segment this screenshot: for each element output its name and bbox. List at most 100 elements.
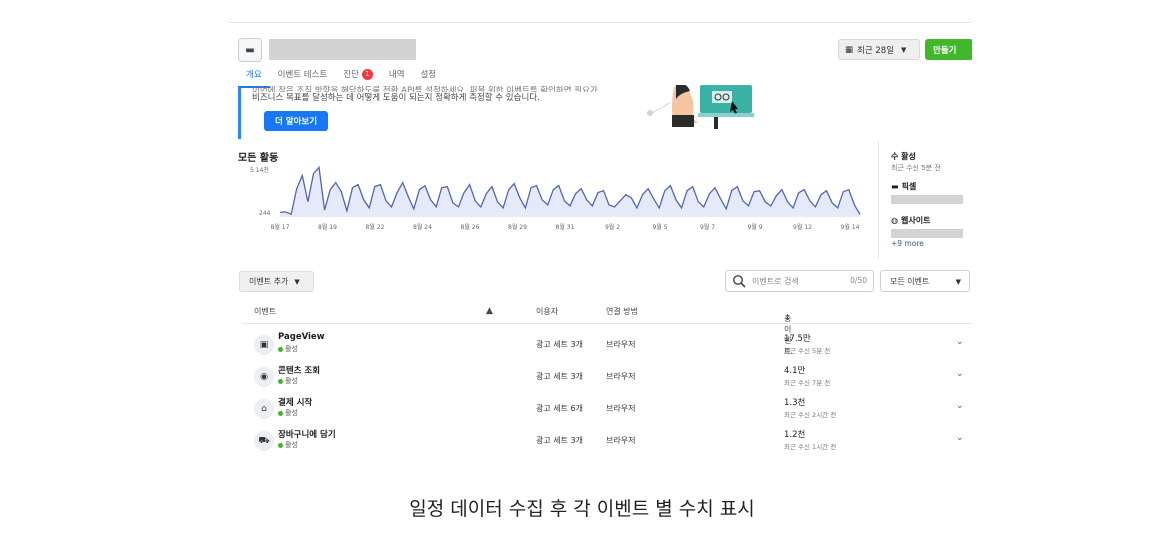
event-name[interactable]: PageView — [278, 332, 325, 342]
chevron-down-icon[interactable]: ⌄ — [956, 433, 964, 443]
event-connection: 브라우저 — [606, 404, 636, 413]
tab-label: 설정 — [420, 70, 437, 80]
cart-icon: ⛟ — [254, 431, 274, 451]
x-tick-label: 8월 17 — [270, 224, 290, 231]
table-row[interactable]: ◉ 콘텐츠 조회 활성 광고 세트 3개 브라우저 4.1만 최근 수신 7분 … — [242, 361, 972, 393]
status-dot — [278, 442, 283, 448]
event-connection: 브라우저 — [606, 436, 636, 445]
event-name[interactable]: 결제 시작 — [278, 396, 312, 408]
events-manager-panel: ▬ ▦ 최근 28일 ▼ 만들기 개요 이벤트 테스트 진단 1 내역 설정 이번… — [228, 22, 972, 461]
status-label: 활성 — [285, 441, 298, 449]
banner-line-2: 비즈니스 목표를 달성하는 데 어떻게 도움이 되는지 정확하게 측정할 수 있… — [252, 93, 540, 103]
chevron-down-icon: ▼ — [955, 278, 961, 286]
activity-area-chart — [280, 165, 861, 217]
x-tick-label: 8월 29 — [508, 224, 527, 231]
search-count: 0/50 — [850, 276, 867, 285]
create-button[interactable]: 만들기 — [925, 39, 972, 60]
event-total: 1.2천 — [784, 430, 806, 440]
calendar-icon: ▦ — [845, 44, 854, 55]
pixel-id-placeholder — [891, 195, 963, 204]
date-range-label: 최근 28일 — [857, 45, 895, 56]
chevron-down-icon: ▼ — [901, 45, 907, 54]
tab-test-events[interactable]: 이벤트 테스트 — [270, 69, 336, 86]
more-sources-link[interactable]: +9 more — [891, 239, 924, 248]
diagnostics-badge: 1 — [361, 69, 373, 80]
status-dot — [278, 410, 283, 416]
chart-area-fill — [280, 167, 860, 217]
header-connection[interactable]: 연결 방법 — [606, 306, 638, 317]
event-total: 1.3천 — [784, 398, 806, 408]
banner-text: 이번에 작은 조직 방향을 해당하도록 전환 API를 설정하세요. 퍼블 위한… — [252, 85, 632, 105]
website-label: 웹사이트 — [900, 216, 931, 225]
event-last-received: 최근 수신 5분 전 — [784, 347, 831, 355]
event-search-input[interactable]: 이벤트로 검색 0/50 — [725, 270, 874, 292]
event-users: 광고 세트 3개 — [536, 340, 583, 349]
sort-arrow-icon: ↓ — [784, 313, 791, 322]
y-tick-label-min: 244 — [259, 210, 271, 217]
event-status: 활성 — [278, 344, 298, 354]
pixel-label: 픽셀 — [901, 182, 917, 191]
table-row[interactable]: ⌂ 결제 시작 활성 광고 세트 6개 브라우저 1.3천 최근 수신 2시간 … — [242, 393, 972, 425]
basket-icon: ⌂ — [254, 399, 274, 419]
x-tick-label: 9월 12 — [793, 224, 812, 231]
person-illustration-icon — [647, 85, 754, 129]
event-last-received: 최근 수신 7분 전 — [784, 379, 831, 387]
table-row[interactable]: ⛟ 장바구니에 담기 활성 광고 세트 3개 브라우저 1.2천 최근 수신 1… — [242, 425, 972, 457]
event-total: 4.1만 — [784, 366, 806, 376]
add-event-button[interactable]: 이벤트 추가 ▼ — [239, 271, 314, 292]
x-tick-label: 9월 7 — [699, 224, 716, 231]
event-status: 활성 — [278, 408, 298, 418]
chevron-down-icon[interactable]: ⌄ — [956, 369, 964, 379]
chevron-down-icon[interactable]: ⌄ — [956, 401, 964, 411]
caption: 일정 데이터 수집 후 각 이벤트 별 수치 표시 — [409, 498, 755, 520]
y-tick-label-max: 5.14천 — [250, 167, 269, 174]
event-filter-select[interactable]: 모든 이벤트 ▼ — [880, 270, 970, 292]
chevron-down-icon: ▼ — [294, 277, 300, 286]
event-status: 활성 — [278, 440, 298, 450]
warning-icon: ▲ — [486, 306, 493, 316]
search-placeholder: 이벤트로 검색 — [752, 277, 799, 286]
tab-diagnostics[interactable]: 진단 1 — [335, 69, 381, 86]
header-users[interactable]: 이용자 — [536, 306, 558, 317]
header-event[interactable]: 이벤트 — [254, 306, 276, 317]
tab-label: 내역 — [388, 70, 405, 80]
table-row[interactable]: ▣ PageView 활성 광고 세트 3개 브라우저 17.5만 최근 수신 … — [242, 329, 972, 361]
monitor-icon: ▬ — [891, 182, 899, 191]
website-url-placeholder — [891, 229, 963, 238]
side-panel: 수 활성 최근 수신 5분 전 ▬ 픽셀 ◍ 웹사이트 +9 more — [878, 141, 972, 259]
event-name[interactable]: 콘텐츠 조회 — [278, 364, 320, 376]
banner-line-1: 이번에 작은 조직 방향을 해당하도록 전환 API를 설정하세요. 퍼블 위한… — [252, 86, 598, 92]
status-label: 활성 — [285, 409, 298, 417]
event-users: 광고 세트 6개 — [536, 404, 583, 413]
x-tick-label: 8월 22 — [365, 224, 385, 231]
top-bar: ▬ ▦ 최근 28일 ▼ 만들기 — [228, 23, 972, 69]
event-connection: 브라우저 — [606, 340, 636, 349]
event-name[interactable]: 장바구니에 담기 — [278, 428, 336, 440]
x-tick-label: 9월 2 — [604, 224, 621, 231]
tab-settings[interactable]: 설정 — [413, 69, 445, 86]
x-tick-label: 9월 14 — [840, 224, 860, 231]
tab-history[interactable]: 내역 — [381, 69, 413, 86]
x-axis-ticks: 8월 17 8월 19 8월 22 8월 24 8월 26 8월 29 8월 31 9월 2 9… — [268, 222, 868, 232]
eye-icon: ◉ — [254, 367, 274, 387]
chevron-down-icon[interactable]: ⌄ — [956, 337, 964, 347]
website-source: ◍ 웹사이트 — [891, 215, 930, 226]
status-label: 활성 — [285, 345, 298, 353]
pixel-name-placeholder — [269, 39, 416, 60]
monitor-icon[interactable]: ▬ — [238, 38, 262, 62]
date-range-button[interactable]: ▦ 최근 28일 ▼ — [838, 39, 920, 60]
event-users: 광고 세트 3개 — [536, 436, 583, 445]
globe-icon: ◍ — [891, 216, 898, 225]
status-dot — [278, 346, 283, 352]
event-last-received: 최근 수신 1시간 전 — [784, 443, 837, 451]
tab-label: 개요 — [246, 70, 262, 80]
last-received-text: 최근 수신 5분 전 — [891, 164, 941, 172]
x-tick-label: 9월 5 — [652, 224, 668, 231]
search-icon — [733, 275, 746, 288]
x-tick-label: 8월 31 — [555, 224, 575, 231]
event-connection: 브라우저 — [606, 372, 636, 381]
event-status: 활성 — [278, 376, 298, 386]
x-tick-label: 9월 9 — [747, 224, 763, 231]
learn-more-button[interactable]: 더 알아보기 — [264, 111, 328, 131]
active-sources-title: 수 활성 — [891, 152, 916, 161]
